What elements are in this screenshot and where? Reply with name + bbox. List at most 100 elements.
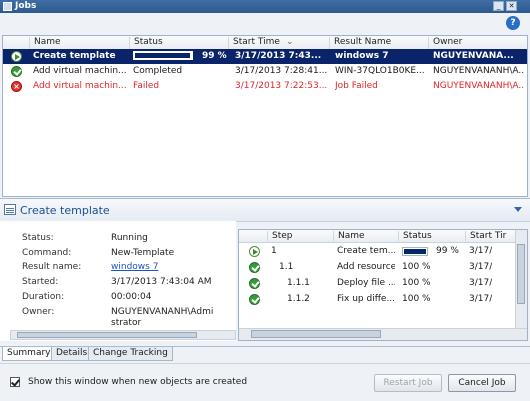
job-start-time: 3/17/2013 7:28:41... [235,66,327,76]
prop-label-command: Command: [22,248,72,258]
prop-value-duration: 00:00:04 [111,292,152,302]
job-row[interactable]: × Add virtual machin... Failed 3/17/2013… [3,79,527,94]
job-result-name: windows 7 [335,51,389,61]
collapse-icon[interactable] [514,207,522,212]
step-row[interactable]: 1.1.2 Fix up diffe... 100 % 3/17/ [239,292,527,307]
job-row[interactable]: Create template 99 % 3/17/2013 7:43... w… [3,49,527,64]
prop-label-owner: Owner: [22,307,55,317]
column-header-owner[interactable]: Owner [428,37,527,49]
minimize-button[interactable]: _ [493,1,504,11]
prop-value-status: Running [111,233,148,243]
job-status: Failed [133,81,160,91]
step-row[interactable]: 1.1 Add resource 100 % 3/17/ [239,260,527,275]
prop-label-started: Started: [22,277,59,287]
jobs-grid: Name Status Start Time ⌄ Result Name Own… [2,35,528,197]
job-start-time: 3/17/2013 7:22:53... [235,81,327,91]
step-progress-bar [402,247,428,256]
step-number: 1.1.1 [287,278,310,288]
completed-icon [249,294,260,305]
step-status: 100 % [402,294,431,304]
result-name-link[interactable]: windows 7 [111,262,231,272]
job-name: Add virtual machin... [33,81,127,91]
step-status: 100 % [402,262,431,272]
step-progress-fill [404,249,426,254]
step-row[interactable]: 1 Create tem... 99 % 3/17/ [239,244,527,259]
step-name: Deploy file ... [337,278,395,288]
step-start: 3/17/ [469,294,493,304]
column-header-step-name[interactable]: Name [333,231,396,241]
help-bar: ? [0,13,530,35]
steps-grid: Step Name Status Start Tir 1 Create tem.… [238,229,528,341]
tab-change-tracking[interactable]: Change Tracking [88,347,173,361]
prop-value-started: 3/17/2013 7:43:04 AM [111,277,212,287]
completed-icon [249,262,260,273]
step-name: Create tem... [337,246,395,256]
step-name: Fix up diffe... [337,294,395,304]
column-header-step-status[interactable]: Status [398,231,463,241]
step-start: 3/17/ [469,278,493,288]
prop-label-duration: Duration: [22,292,65,302]
job-status: Completed [133,66,183,76]
step-status: 100 % [402,278,431,288]
detail-pane-header[interactable]: Create template [0,198,530,222]
detail-title: Create template [20,204,110,217]
job-row[interactable]: Add virtual machin... Completed 3/17/201… [3,64,527,79]
tab-summary[interactable]: Summary [2,347,56,361]
column-header-name[interactable]: Name [29,37,127,49]
completed-icon [11,66,22,77]
help-icon[interactable]: ? [506,16,520,30]
scroll-thumb[interactable] [17,332,197,338]
step-status: 99 % [436,246,459,256]
job-progress-bar [133,51,193,60]
job-progress-text: 99 % [202,51,227,61]
column-header-start-time[interactable]: Start Time [228,37,323,49]
prop-value-owner: NGUYENVANANH\Admi [111,307,214,317]
job-progress-fill [135,53,191,58]
column-header-step-start[interactable]: Start Tir [465,231,520,241]
job-name: Create template [33,51,116,61]
jobs-grid-header: Name Status Start Time ⌄ Result Name Own… [3,36,527,50]
prop-label-result-name: Result name: [22,262,82,272]
column-header-result-name[interactable]: Result Name [329,37,424,49]
column-header-step[interactable]: Step [267,231,332,241]
job-result-name: Job Failed [335,81,378,91]
job-result-name: WIN-37QLO1B0KE... [335,66,425,76]
job-owner: NGUYENVANANH\A... [433,66,525,76]
step-number: 1.1.2 [287,294,310,304]
show-window-checkbox[interactable] [10,377,20,387]
failed-icon: × [11,81,22,92]
running-icon [11,51,22,62]
scroll-thumb[interactable] [251,330,381,338]
completed-icon [249,278,260,289]
cancel-job-button[interactable]: Cancel Job [448,374,516,392]
job-owner: NGUYENVANANH\A... [433,81,525,91]
properties-horizontal-scrollbar[interactable] [10,330,236,340]
template-icon [4,204,16,215]
step-name: Add resource [337,262,395,272]
prop-value-owner-cont: strator [111,318,142,328]
running-icon [249,246,260,257]
step-row[interactable]: 1.1.1 Deploy file ... 100 % 3/17/ [239,276,527,291]
step-number: 1.1 [279,262,294,272]
step-start: 3/17/ [469,262,493,272]
properties-panel: Status: Running Command: New-Template Re… [0,221,236,341]
restart-job-button[interactable]: Restart Job [374,374,442,392]
prop-value-command: New-Template [111,248,175,258]
sort-arrow-icon: ⌄ [286,37,294,47]
window-title: Jobs [15,1,37,11]
step-start: 3/17/ [469,246,493,256]
title-bar: Jobs _ ✕ [0,0,530,13]
tab-details[interactable]: Details [51,347,93,361]
close-button[interactable]: ✕ [506,1,517,11]
job-start-time: 3/17/2013 7:43... [235,51,322,61]
steps-vertical-scrollbar[interactable] [515,230,527,340]
steps-grid-header: Step Name Status Start Tir [239,230,527,243]
scroll-thumb[interactable] [517,244,525,304]
show-window-checkbox-label: Show this window when new objects are cr… [28,377,248,387]
job-owner: NGUYENVANA... [433,51,514,61]
column-header-status[interactable]: Status [129,37,224,49]
footer: Show this window when new objects are cr… [0,363,530,401]
detail-tabs: Summary Details Change Tracking [0,346,530,363]
steps-horizontal-scrollbar[interactable] [239,328,527,340]
window-icon [3,2,12,11]
